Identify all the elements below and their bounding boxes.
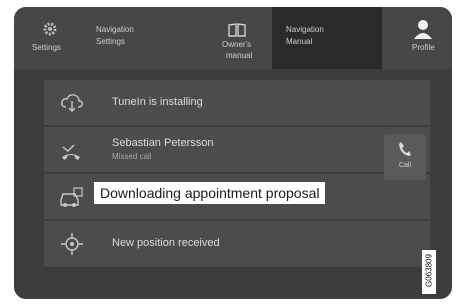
missed-call-icon — [62, 144, 80, 160]
top-bar: Settings Navigation Settings Owner's man… — [14, 7, 452, 69]
row-divider — [44, 219, 430, 220]
call-label: Call — [398, 162, 412, 169]
car-service-icon — [60, 187, 83, 207]
owners-manual-label-line2: manual — [226, 51, 253, 60]
image-code-tag: G063809 — [422, 250, 436, 294]
notification-title: New position received — [112, 237, 220, 249]
notification-subtitle: Missed call — [112, 152, 152, 161]
position-target-icon — [61, 233, 83, 255]
notification-row[interactable]: New position received — [44, 221, 430, 267]
row-divider — [44, 172, 430, 173]
owners-manual-label-line1: Owner's — [222, 40, 252, 49]
call-button[interactable]: Call — [384, 134, 426, 180]
notification-row[interactable]: Sebastian Petersson Missed call — [44, 127, 430, 173]
navigation-settings-label-line1: Navigation — [96, 25, 134, 34]
navigation-settings-label-line2: Settings — [96, 37, 125, 46]
navigation-manual-button[interactable]: Navigation Manual — [272, 7, 382, 69]
settings-label: Settings — [32, 43, 61, 52]
navigation-manual-label-line1: Navigation — [286, 25, 324, 34]
navigation-manual-label-line2: Manual — [286, 37, 313, 46]
phone-icon — [399, 142, 411, 156]
profile-label: Profile — [412, 43, 435, 52]
image-code-text: G063809 — [424, 254, 434, 287]
gear-icon — [43, 22, 57, 36]
person-icon — [414, 20, 432, 39]
row-divider — [44, 125, 430, 126]
downloading-appointment-label: Downloading appointment proposal — [94, 182, 326, 204]
notification-title: Sebastian Petersson — [112, 137, 214, 149]
notification-title: TuneIn is installing — [112, 96, 203, 108]
car-display-screen: Settings Navigation Settings Owner's man… — [14, 7, 452, 299]
navigation-settings-button[interactable]: Navigation Settings — [86, 7, 176, 69]
book-icon — [228, 23, 246, 37]
profile-button[interactable]: Profile — [392, 7, 452, 69]
cloud-download-icon — [61, 94, 83, 112]
owners-manual-button[interactable]: Owner's manual — [214, 7, 270, 69]
notification-row[interactable]: TuneIn is installing — [44, 80, 430, 126]
settings-button[interactable]: Settings — [14, 7, 82, 69]
